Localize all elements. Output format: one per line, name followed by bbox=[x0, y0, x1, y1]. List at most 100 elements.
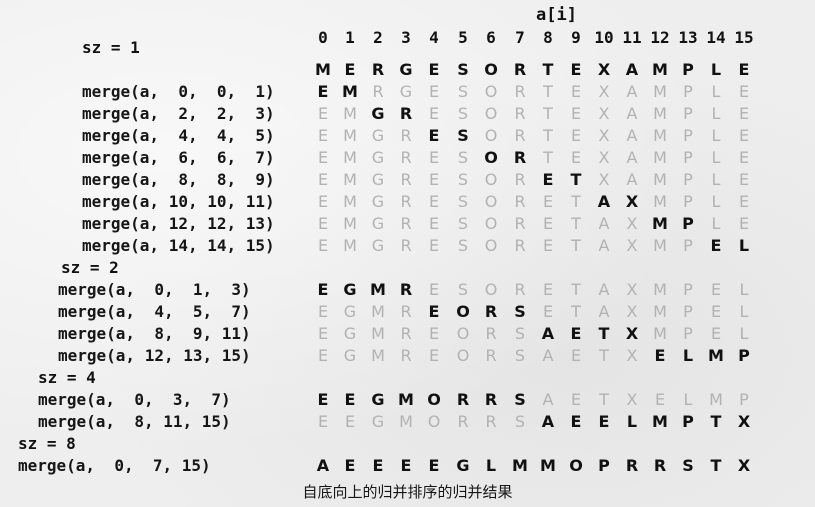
array-cell: T bbox=[543, 82, 553, 101]
array-cell: G bbox=[343, 346, 357, 365]
figure-caption: 自底向上的归并排序的归并结果 bbox=[302, 483, 513, 501]
array-cell: L bbox=[739, 280, 749, 299]
array-cell: E bbox=[428, 104, 440, 123]
array-cell: S bbox=[457, 280, 469, 299]
array-cell: E bbox=[570, 412, 582, 431]
array-cell: M bbox=[343, 148, 357, 167]
array-cell: R bbox=[485, 412, 497, 431]
array-cell: E bbox=[428, 236, 440, 255]
array-cell: G bbox=[343, 280, 357, 299]
array-cell: E bbox=[542, 236, 554, 255]
index-13: 13 bbox=[678, 28, 698, 47]
index-12: 12 bbox=[650, 28, 670, 47]
array-cell: R bbox=[400, 214, 412, 233]
array-cell: M bbox=[709, 390, 723, 409]
array-cell: M bbox=[398, 390, 414, 409]
array-cell: A bbox=[541, 324, 555, 343]
array-cell: A bbox=[625, 60, 639, 79]
array-cell: P bbox=[683, 324, 693, 343]
array-cell: M bbox=[653, 192, 667, 211]
array-cell: E bbox=[570, 82, 582, 101]
array-cell: E bbox=[317, 148, 329, 167]
page: a[i] 0 1 2 3 4 5 6 7 8 9 10 11 12 13 14 15 sz = 1MERGES… bbox=[0, 0, 815, 507]
array-cell: M bbox=[653, 126, 667, 145]
merge-call-label: merge(a, 0, 3, 7) bbox=[38, 390, 231, 409]
array-cell: E bbox=[570, 60, 582, 79]
array-cell: O bbox=[484, 82, 498, 101]
array-cell: L bbox=[711, 192, 721, 211]
array-cell: X bbox=[626, 346, 638, 365]
array-cell: G bbox=[456, 456, 470, 475]
array-cell: S bbox=[514, 302, 526, 321]
merge-call-label: merge(a, 8, 11, 15) bbox=[38, 412, 231, 431]
array-cell: R bbox=[513, 148, 527, 167]
array-cell: L bbox=[711, 214, 721, 233]
array-cell: E bbox=[738, 126, 750, 145]
merge-call-label: merge(a, 10, 10, 11) bbox=[82, 192, 275, 211]
array-cell: E bbox=[428, 192, 440, 211]
array-cell: G bbox=[399, 82, 413, 101]
array-cell: A bbox=[316, 456, 330, 475]
array-cell: A bbox=[541, 412, 555, 431]
array-cell: E bbox=[570, 346, 582, 365]
array-cell: E bbox=[344, 60, 356, 79]
index-2: 2 bbox=[373, 28, 383, 47]
array-cell: E bbox=[317, 280, 329, 299]
index-4: 4 bbox=[429, 28, 439, 47]
array-cell: X bbox=[626, 280, 638, 299]
array-cell: G bbox=[371, 170, 385, 189]
array-cell: E bbox=[710, 280, 722, 299]
array-cell: R bbox=[484, 302, 498, 321]
array-cell: A bbox=[598, 302, 610, 321]
array-cell: R bbox=[400, 302, 412, 321]
array-cell: E bbox=[738, 60, 750, 79]
array-cell: L bbox=[485, 456, 497, 475]
array-cell: E bbox=[317, 346, 329, 365]
array-cell: M bbox=[652, 214, 668, 233]
merge-call-label: merge(a, 0, 0, 1) bbox=[82, 82, 275, 101]
size-label: sz = 2 bbox=[61, 258, 119, 277]
array-cell: O bbox=[484, 170, 498, 189]
array-cell: L bbox=[711, 104, 721, 123]
merge-call-label: merge(a, 4, 5, 7) bbox=[58, 302, 251, 321]
array-cell: R bbox=[400, 192, 412, 211]
array-cell: A bbox=[597, 192, 611, 211]
index-14: 14 bbox=[706, 28, 726, 47]
array-cell: S bbox=[457, 60, 469, 79]
array-cell: T bbox=[571, 236, 581, 255]
merge-call-label: merge(a, 4, 4, 5) bbox=[82, 126, 275, 145]
array-cell: L bbox=[711, 170, 721, 189]
array-cell: M bbox=[653, 236, 667, 255]
array-cell: E bbox=[428, 456, 440, 475]
array-cell: T bbox=[710, 412, 722, 431]
array-cell: E bbox=[317, 170, 329, 189]
size-label: sz = 1 bbox=[82, 38, 140, 57]
array-cell: M bbox=[371, 346, 385, 365]
array-cell: M bbox=[653, 104, 667, 123]
array-cell: G bbox=[371, 214, 385, 233]
array-cell: M bbox=[653, 170, 667, 189]
array-cell: A bbox=[626, 104, 638, 123]
array-cell: R bbox=[457, 412, 469, 431]
array-cell: G bbox=[371, 126, 385, 145]
array-cell: M bbox=[343, 214, 357, 233]
array-cell: L bbox=[739, 302, 749, 321]
array-cell: E bbox=[738, 192, 750, 211]
array-cell: M bbox=[653, 280, 667, 299]
array-cell: O bbox=[484, 214, 498, 233]
array-cell: O bbox=[484, 280, 498, 299]
array-cell: E bbox=[317, 412, 329, 431]
index-6: 6 bbox=[486, 28, 496, 47]
array-cell: X bbox=[737, 412, 751, 431]
array-cell: R bbox=[514, 126, 526, 145]
array-cell: M bbox=[315, 60, 331, 79]
array-cell: X bbox=[626, 214, 638, 233]
array-cell: T bbox=[543, 126, 553, 145]
array-cell: E bbox=[542, 280, 554, 299]
array-cell: S bbox=[457, 214, 469, 233]
array-cell: O bbox=[484, 148, 498, 167]
array-cell: P bbox=[683, 302, 693, 321]
array-cell: P bbox=[683, 280, 693, 299]
array-cell: G bbox=[343, 324, 357, 343]
merge-call-label: merge(a, 8, 9, 11) bbox=[58, 324, 251, 343]
